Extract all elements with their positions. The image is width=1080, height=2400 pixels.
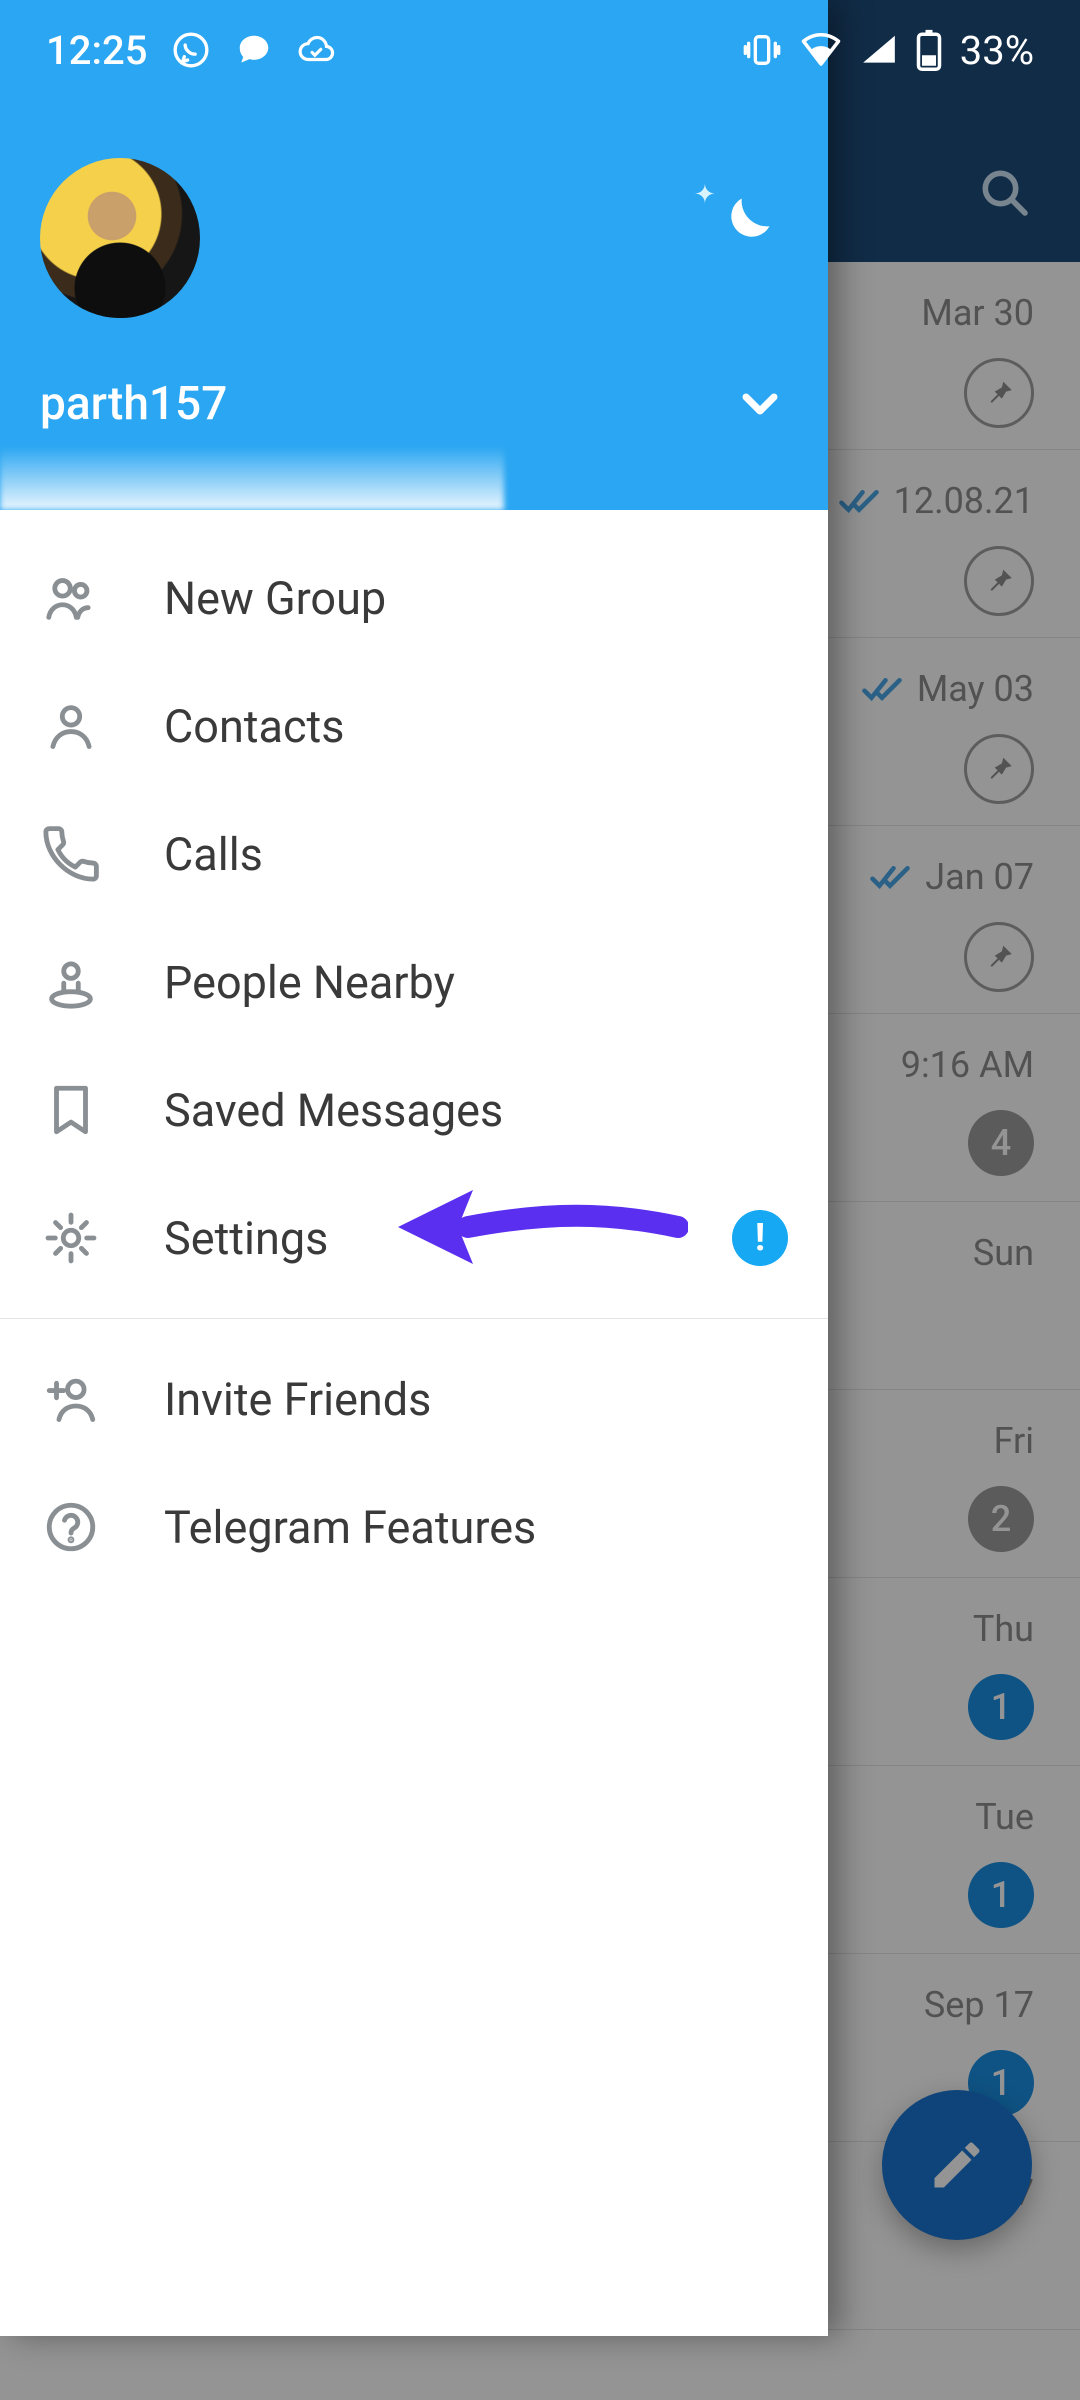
- people-nearby-icon: [40, 953, 102, 1011]
- menu-label: Telegram Features: [164, 1501, 536, 1554]
- person-icon: [40, 697, 102, 755]
- redacted-phone: [0, 446, 504, 510]
- theme-toggle[interactable]: ✦: [710, 190, 778, 262]
- sparkle-icon: ✦: [694, 180, 716, 210]
- menu-label: New Group: [164, 572, 386, 625]
- battery-icon: [916, 29, 942, 71]
- invite-icon: [40, 1370, 102, 1428]
- gear-icon: [40, 1209, 102, 1267]
- username-label: parth157: [40, 377, 227, 431]
- help-icon: [40, 1498, 102, 1556]
- navigation-drawer: ✦ parth157 New Group Contacts Calls: [0, 0, 828, 2336]
- menu-label: Saved Messages: [164, 1084, 503, 1137]
- menu-divider: [0, 1318, 828, 1319]
- menu-label: Invite Friends: [164, 1373, 431, 1426]
- menu-telegram-features[interactable]: Telegram Features: [0, 1463, 828, 1591]
- moon-icon: [710, 190, 778, 258]
- menu-label: People Nearby: [164, 956, 455, 1009]
- menu-invite-friends[interactable]: Invite Friends: [0, 1335, 828, 1463]
- cloud-check-icon: [297, 31, 335, 69]
- menu-new-group[interactable]: New Group: [0, 534, 828, 662]
- battery-percent: 33%: [960, 27, 1034, 74]
- vibrate-icon: [742, 30, 782, 70]
- menu-settings[interactable]: Settings !: [0, 1174, 828, 1302]
- menu-people-nearby[interactable]: People Nearby: [0, 918, 828, 1046]
- menu-label: Calls: [164, 828, 263, 881]
- chat-bubble-icon: [235, 31, 273, 69]
- wifi-icon: [800, 29, 842, 71]
- menu-contacts[interactable]: Contacts: [0, 662, 828, 790]
- signal-icon: [860, 31, 898, 69]
- menu-calls[interactable]: Calls: [0, 790, 828, 918]
- settings-alert-badge: !: [732, 1210, 788, 1266]
- bookmark-icon: [40, 1081, 102, 1139]
- avatar[interactable]: [40, 158, 200, 318]
- menu-label: Contacts: [164, 700, 345, 753]
- phone-icon: [40, 825, 102, 883]
- whatsapp-icon: [171, 30, 211, 70]
- status-bar: 12:25 33%: [0, 0, 1080, 100]
- group-icon: [40, 569, 102, 627]
- account-switcher[interactable]: parth157: [40, 376, 788, 432]
- drawer-menu: New Group Contacts Calls People Nearby S: [0, 510, 828, 2336]
- menu-saved-messages[interactable]: Saved Messages: [0, 1046, 828, 1174]
- status-time: 12:25: [46, 27, 147, 74]
- chevron-down-icon: [732, 376, 788, 432]
- menu-label: Settings: [164, 1212, 328, 1265]
